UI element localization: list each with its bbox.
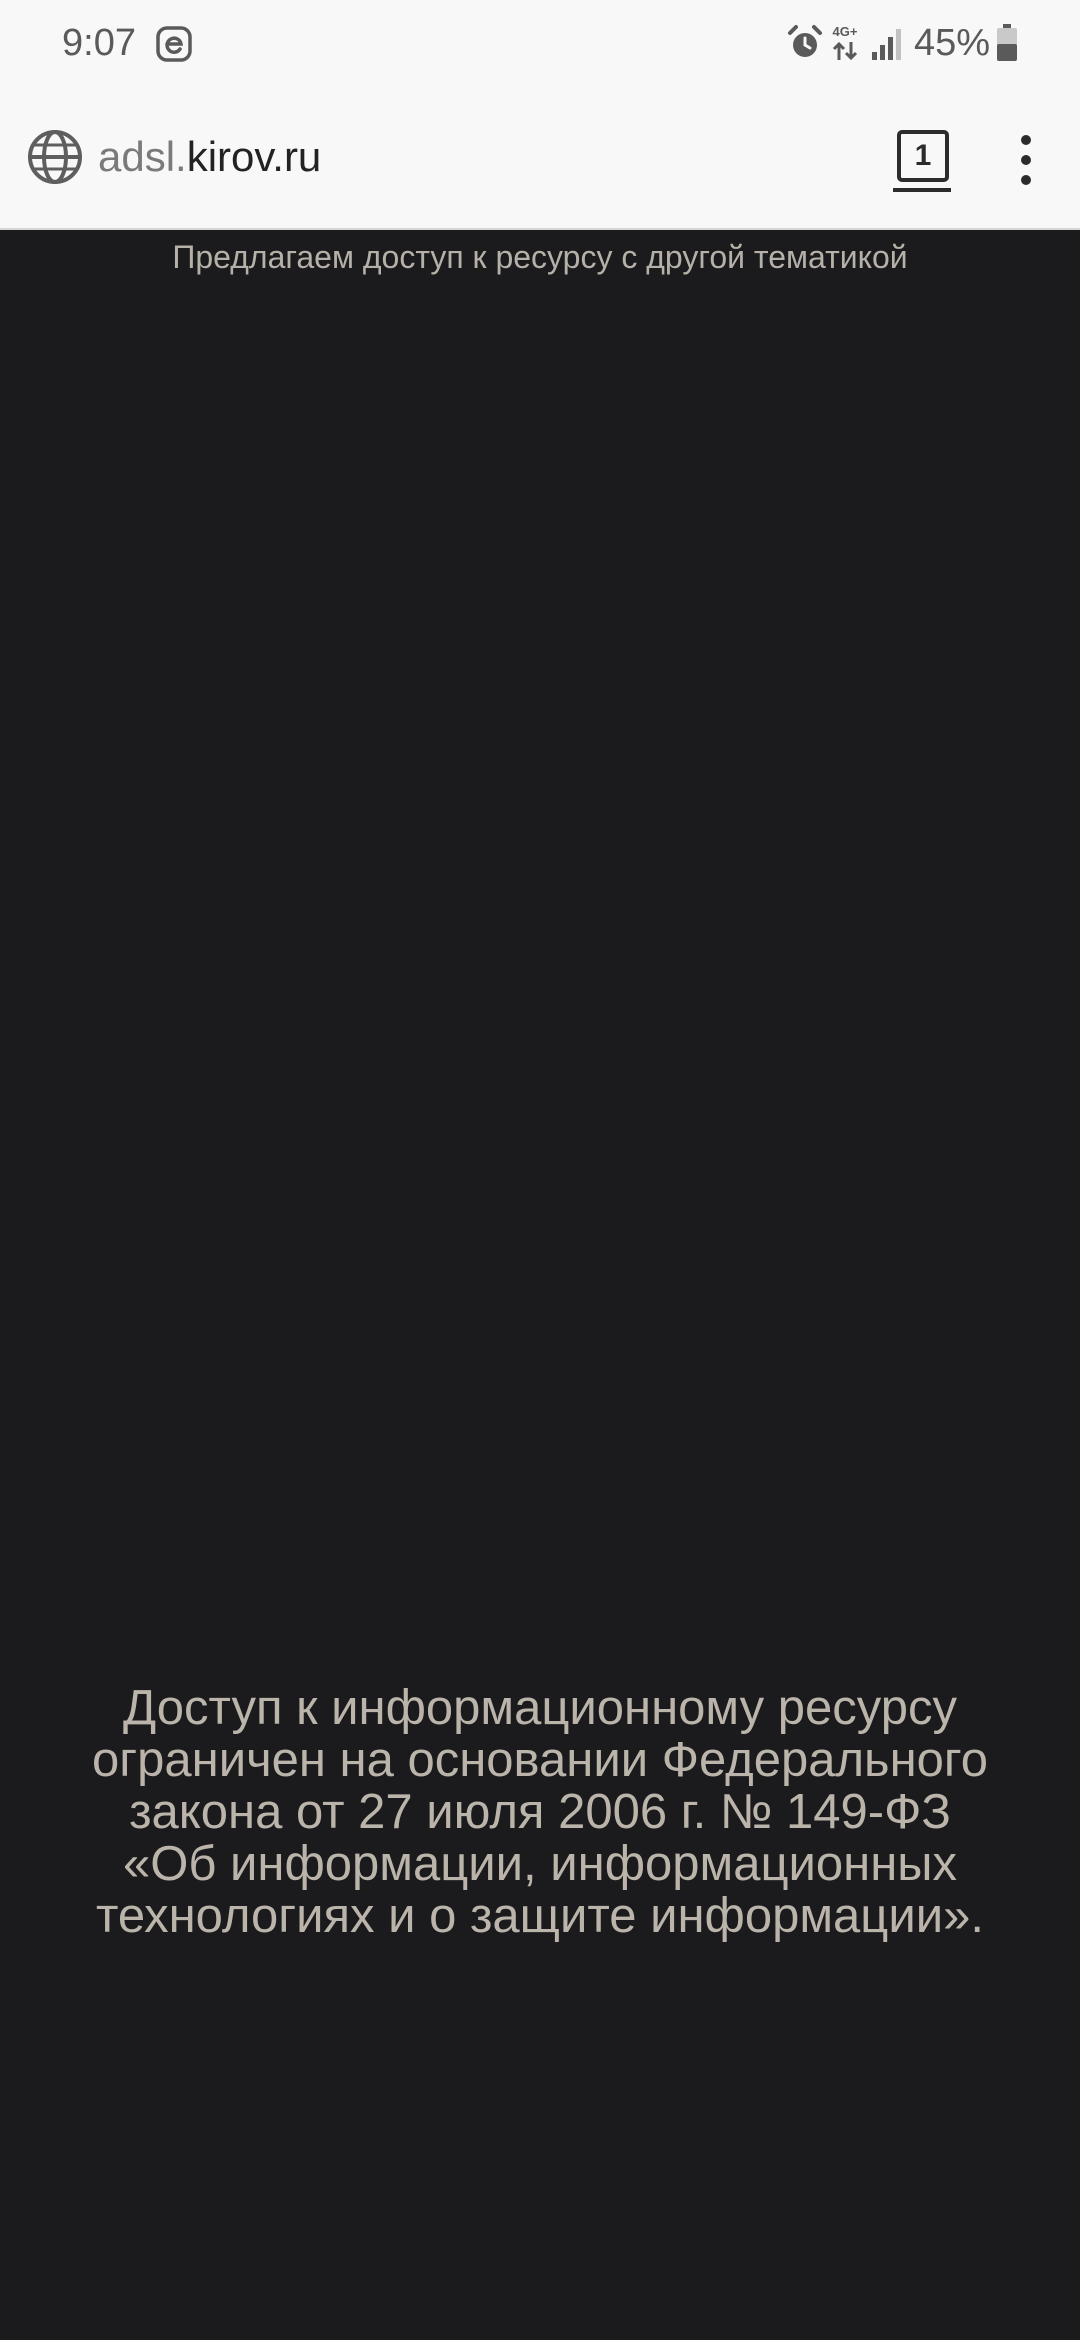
notice-line: Доступ к информационному ресурсу bbox=[123, 1681, 957, 1735]
browser-toolbar: adsl.kirov.ru 1 bbox=[0, 88, 1080, 230]
signal-icon bbox=[872, 29, 901, 60]
tabs-underline bbox=[893, 188, 951, 192]
battery-percent: 45% bbox=[914, 22, 991, 64]
notice-line: ограничен на основании Федерального bbox=[92, 1733, 988, 1787]
notice-line: закона от 27 июля 2006 г. № 149-ФЗ bbox=[129, 1785, 951, 1839]
network-label: 4G+ bbox=[833, 24, 858, 39]
url-subdomain: adsl. bbox=[98, 133, 187, 180]
more-vert-icon[interactable] bbox=[1006, 132, 1046, 188]
page-content: Предлагаем доступ к ресурсу с другой тем… bbox=[0, 230, 1080, 2340]
status-bar: 9:07 4G+ 45% bbox=[0, 0, 1080, 88]
notice-line: технологиях и о защите информации». bbox=[96, 1889, 984, 1943]
tab-count: 1 bbox=[914, 139, 932, 172]
status-time: 9:07 bbox=[62, 22, 136, 64]
block-notice: Доступ к информационному ресурсу огранич… bbox=[40, 1682, 1040, 1942]
url-domain: kirov.ru bbox=[186, 133, 322, 180]
notice-line: «Об информации, информационных bbox=[123, 1837, 957, 1891]
battery-icon bbox=[997, 24, 1017, 61]
address-bar[interactable]: adsl.kirov.ru bbox=[98, 130, 321, 184]
alarm-icon bbox=[788, 25, 822, 57]
offer-link[interactable]: Предлагаем доступ к ресурсу с другой тем… bbox=[0, 234, 1080, 280]
e-app-icon bbox=[156, 26, 192, 62]
tab-switcher-button[interactable]: 1 bbox=[893, 126, 953, 192]
globe-icon[interactable] bbox=[26, 128, 84, 186]
4g-network-icon: 4G+ bbox=[833, 24, 858, 61]
